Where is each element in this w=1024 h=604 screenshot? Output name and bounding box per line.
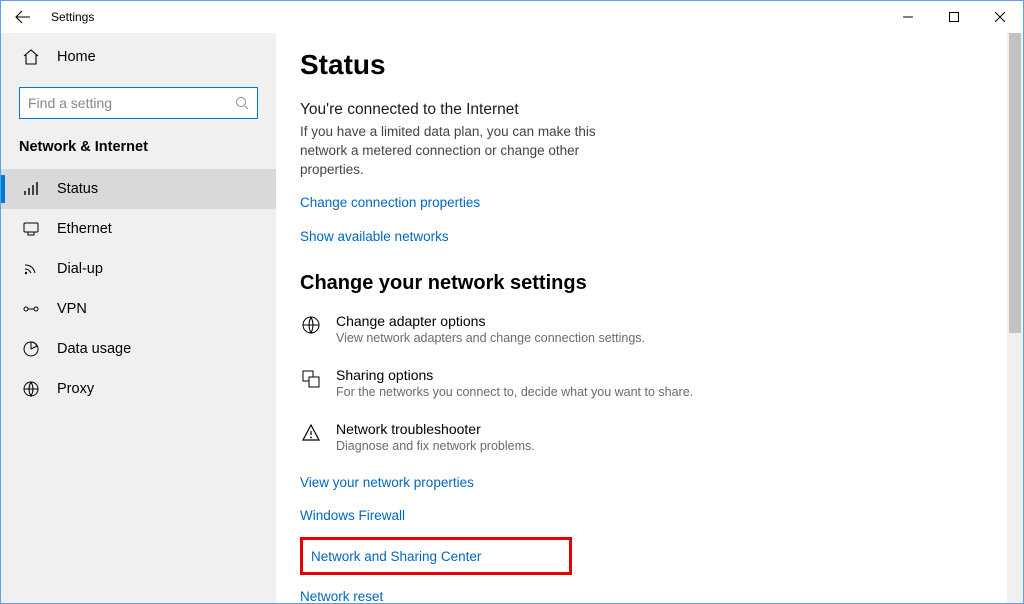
sidebar-item-vpn[interactable]: VPN xyxy=(1,289,276,329)
sidebar-item-label: Dial-up xyxy=(57,261,103,277)
home-icon xyxy=(21,48,41,66)
option-change-adapter[interactable]: Change adapter options View network adap… xyxy=(300,313,971,345)
main-content: Status You're connected to the Internet … xyxy=(276,33,1007,603)
proxy-icon xyxy=(21,380,41,398)
option-desc: Diagnose and fix network problems. xyxy=(336,439,535,453)
option-title: Sharing options xyxy=(336,367,693,383)
sidebar-item-label: Data usage xyxy=(57,341,131,357)
scrollbar[interactable] xyxy=(1007,33,1023,603)
page-title: Status xyxy=(300,49,971,81)
sharing-icon xyxy=(300,369,322,389)
window-body: Home Network & Internet Status Eth xyxy=(1,33,1023,603)
home-label: Home xyxy=(57,49,96,65)
maximize-button[interactable] xyxy=(931,1,977,33)
sidebar: Home Network & Internet Status Eth xyxy=(1,33,276,603)
option-sharing[interactable]: Sharing options For the networks you con… xyxy=(300,367,971,399)
sidebar-category: Network & Internet xyxy=(1,133,276,169)
vpn-icon xyxy=(21,300,41,318)
sidebar-item-proxy[interactable]: Proxy xyxy=(1,369,276,409)
window-controls xyxy=(885,1,1023,33)
search-box[interactable] xyxy=(19,87,258,119)
titlebar: Settings xyxy=(1,1,1023,33)
option-title: Change adapter options xyxy=(336,313,645,329)
link-change-connection-properties[interactable]: Change connection properties xyxy=(300,195,480,210)
status-icon xyxy=(21,180,41,198)
back-arrow-icon xyxy=(15,9,31,25)
troubleshoot-icon xyxy=(300,423,322,443)
connected-title: You're connected to the Internet xyxy=(300,101,971,119)
sidebar-item-status[interactable]: Status xyxy=(1,169,276,209)
link-view-network-properties[interactable]: View your network properties xyxy=(300,475,971,490)
sidebar-item-ethernet[interactable]: Ethernet xyxy=(1,209,276,249)
link-network-reset[interactable]: Network reset xyxy=(300,589,971,603)
option-title: Network troubleshooter xyxy=(336,421,535,437)
data-icon xyxy=(21,340,41,358)
main-wrap: Status You're connected to the Internet … xyxy=(276,33,1023,603)
connected-desc: If you have a limited data plan, you can… xyxy=(300,123,640,180)
link-show-available-networks[interactable]: Show available networks xyxy=(300,229,449,244)
close-button[interactable] xyxy=(977,1,1023,33)
sidebar-item-label: Status xyxy=(57,181,98,197)
link-network-sharing-center[interactable]: Network and Sharing Center xyxy=(311,549,481,564)
option-troubleshooter[interactable]: Network troubleshooter Diagnose and fix … xyxy=(300,421,971,453)
ethernet-icon xyxy=(21,220,41,238)
sidebar-item-label: Ethernet xyxy=(57,221,112,237)
search-icon xyxy=(235,96,249,110)
settings-window: Settings Home xyxy=(0,0,1024,604)
sidebar-item-label: Proxy xyxy=(57,381,94,397)
option-desc: For the networks you connect to, decide … xyxy=(336,385,693,399)
link-windows-firewall[interactable]: Windows Firewall xyxy=(300,508,971,523)
back-button[interactable] xyxy=(1,1,45,33)
dialup-icon xyxy=(21,260,41,278)
close-icon xyxy=(995,12,1005,22)
adapter-icon xyxy=(300,315,322,335)
sidebar-item-label: VPN xyxy=(57,301,87,317)
sidebar-item-datausage[interactable]: Data usage xyxy=(1,329,276,369)
scroll-thumb[interactable] xyxy=(1009,33,1021,333)
option-desc: View network adapters and change connect… xyxy=(336,331,645,345)
highlight-network-sharing-center: Network and Sharing Center xyxy=(300,537,572,575)
window-title: Settings xyxy=(51,10,94,24)
search-input[interactable] xyxy=(28,95,235,111)
home-button[interactable]: Home xyxy=(1,37,276,77)
maximize-icon xyxy=(949,12,959,22)
minimize-icon xyxy=(903,12,913,22)
change-settings-heading: Change your network settings xyxy=(300,272,971,295)
sidebar-item-dialup[interactable]: Dial-up xyxy=(1,249,276,289)
minimize-button[interactable] xyxy=(885,1,931,33)
search-container xyxy=(1,87,276,133)
